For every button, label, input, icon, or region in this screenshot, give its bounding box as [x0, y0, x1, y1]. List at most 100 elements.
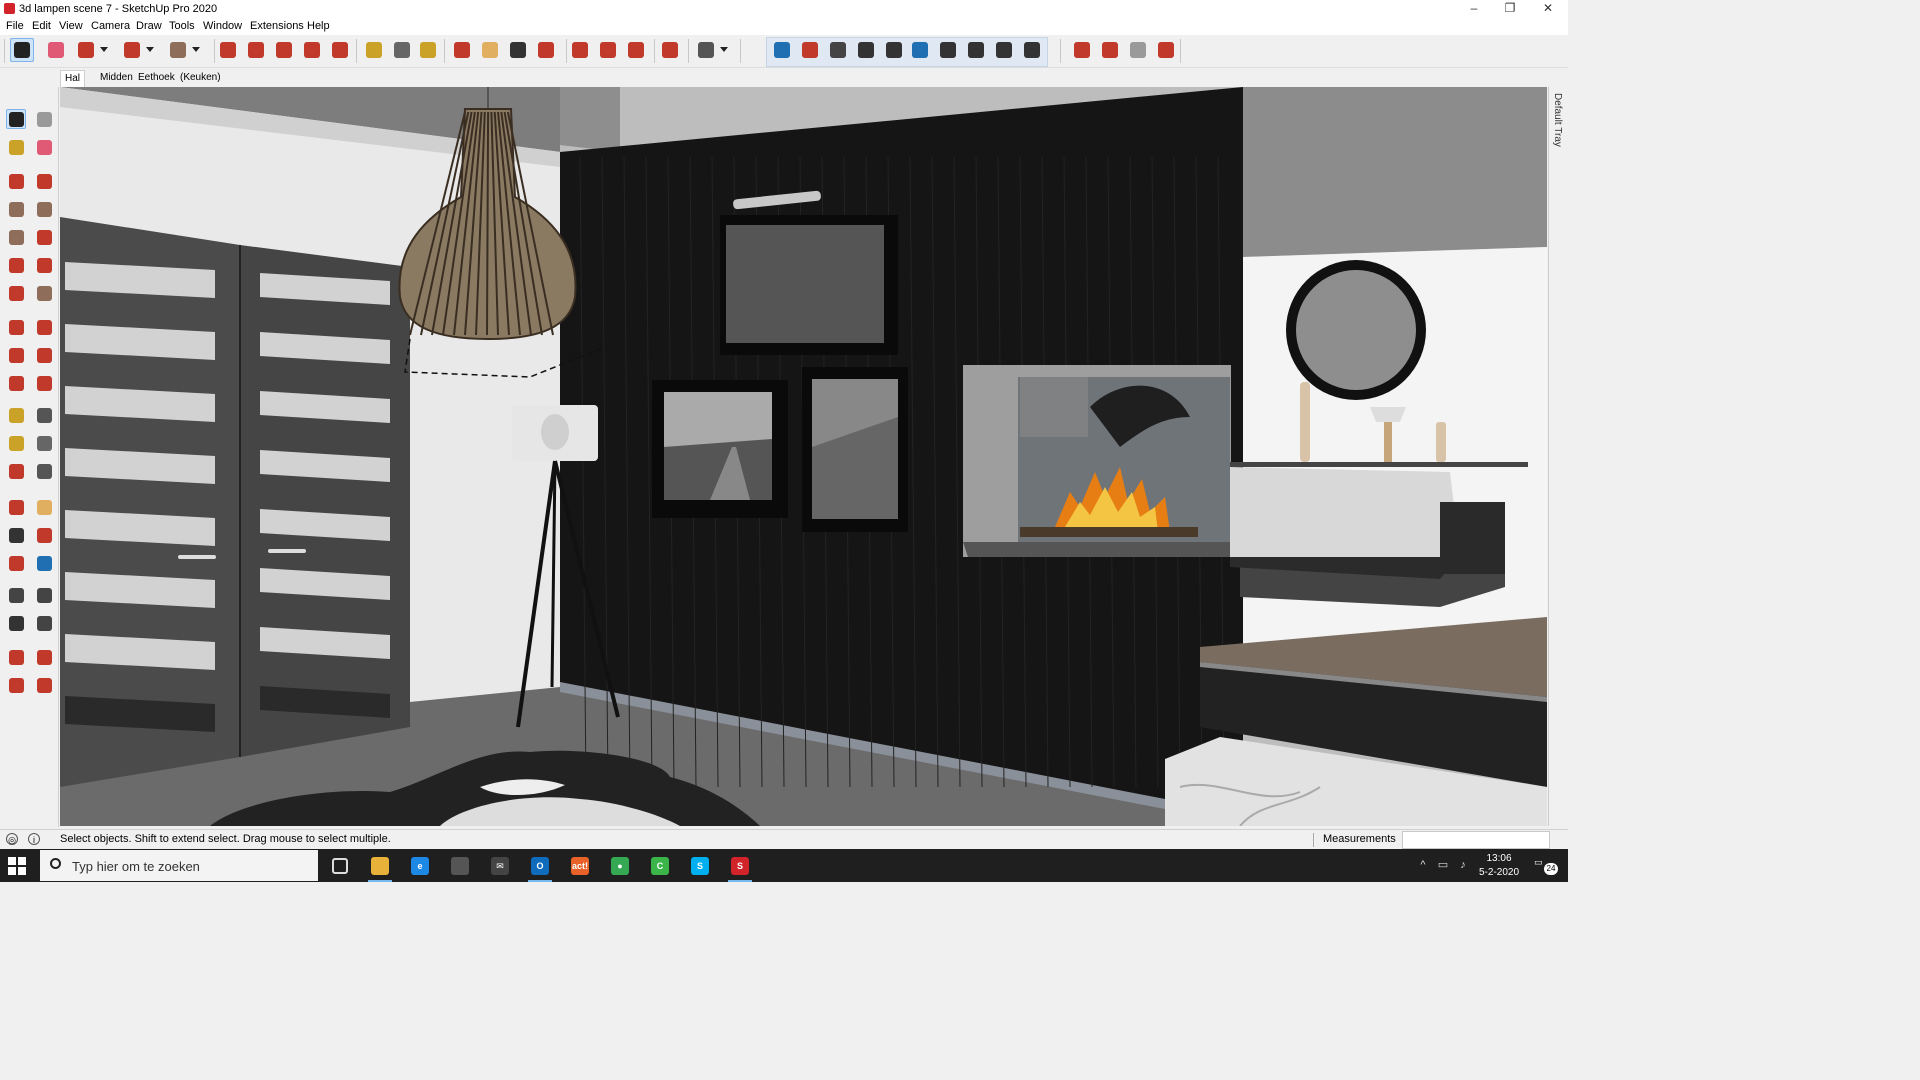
- toolbar-line-tool[interactable]: [74, 38, 108, 62]
- left-orbit-tool[interactable]: [6, 497, 26, 517]
- left-freehand-tool[interactable]: [34, 171, 54, 191]
- left-position-camera-tool[interactable]: [6, 585, 26, 605]
- taskbar-search[interactable]: Typ hier om te zoeken: [40, 850, 318, 881]
- taskbar-edge[interactable]: e: [402, 852, 438, 880]
- left-look-around-tool[interactable]: [34, 585, 54, 605]
- toolbar-ruby-console-tool[interactable]: [658, 38, 682, 62]
- toolbar-vray-render-tool[interactable]: [770, 38, 794, 62]
- measurements-input[interactable]: [1402, 831, 1550, 849]
- left-section-plane-tool[interactable]: [34, 613, 54, 633]
- toolbar-move-tool[interactable]: [272, 38, 296, 62]
- left-three-point-arc-tool[interactable]: [6, 283, 26, 303]
- taskbar-task-view[interactable]: [322, 852, 358, 880]
- clock-time[interactable]: 13:06: [1484, 853, 1514, 864]
- toolbar-orbit-tool[interactable]: [450, 38, 474, 62]
- left-rotate-tool[interactable]: [6, 345, 26, 365]
- toolbar-scale-tool[interactable]: [328, 38, 352, 62]
- toolbar-plugin-tool-3[interactable]: [1126, 38, 1150, 62]
- chevron-down-icon[interactable]: [100, 47, 108, 52]
- toolbar-rectangle-tool[interactable]: [166, 38, 200, 62]
- menu-edit[interactable]: Edit: [32, 20, 51, 32]
- left-tape-measure-tool[interactable]: [6, 405, 26, 425]
- scene-tab-eethoek[interactable]: Eethoek: [134, 70, 179, 86]
- left-axes-tool[interactable]: [6, 461, 26, 481]
- toolbar-plugin-tool-2[interactable]: [1098, 38, 1122, 62]
- toolbar-share-model-tool[interactable]: [624, 38, 648, 62]
- left-3d-text-tool[interactable]: [34, 461, 54, 481]
- toolbar-vray-cursor-tool[interactable]: [826, 38, 850, 62]
- toolbar-vray-camera-tool[interactable]: [936, 38, 960, 62]
- taskbar-skype[interactable]: S: [682, 852, 718, 880]
- taskbar-mail[interactable]: ✉: [482, 852, 518, 880]
- scene-tab-keuken[interactable]: (Keuken): [176, 70, 225, 86]
- taskbar-camtasia[interactable]: C: [642, 852, 678, 880]
- menu-view[interactable]: View: [59, 20, 83, 32]
- toolbar-text-tool[interactable]: [390, 38, 414, 62]
- minimize-button[interactable]: –: [1456, 0, 1492, 19]
- info-icon[interactable]: i: [28, 833, 40, 845]
- left-two-point-arc-tool[interactable]: [34, 255, 54, 275]
- left-rectangle-tool[interactable]: [6, 199, 26, 219]
- left-polygon-tool[interactable]: [34, 227, 54, 247]
- left-text-tool[interactable]: [34, 433, 54, 453]
- toolbar-rotate-tool[interactable]: [300, 38, 324, 62]
- left-pie-tool[interactable]: [34, 283, 54, 303]
- toolbar-eraser-tool[interactable]: [44, 38, 68, 62]
- maximize-button[interactable]: ❐: [1492, 0, 1528, 19]
- taskbar-act[interactable]: act!: [562, 852, 598, 880]
- toolbar-zoom-tool[interactable]: [506, 38, 530, 62]
- menu-camera[interactable]: Camera: [91, 20, 130, 32]
- scene-tab-midden[interactable]: Midden: [96, 70, 137, 86]
- left-arc-tool[interactable]: [6, 255, 26, 275]
- toolbar-arc-tool[interactable]: [120, 38, 154, 62]
- left-follow-me-tool[interactable]: [34, 345, 54, 365]
- toolbar-plugin-tool-1[interactable]: [1070, 38, 1094, 62]
- left-dimension-tool[interactable]: [34, 405, 54, 425]
- clock-date[interactable]: 5-2-2020: [1476, 867, 1522, 878]
- toolbar-select-tool[interactable]: [10, 38, 34, 62]
- left-circle-tool[interactable]: [6, 227, 26, 247]
- network-icon[interactable]: ▭: [1436, 858, 1450, 872]
- toolbar-plugin-tool-4[interactable]: [1154, 38, 1178, 62]
- taskbar-store[interactable]: [442, 852, 478, 880]
- left-paint-bucket-tool[interactable]: [6, 137, 26, 157]
- chevron-up-icon[interactable]: ^: [1416, 858, 1430, 872]
- toolbar-tape-measure-tool[interactable]: [362, 38, 386, 62]
- chevron-down-icon[interactable]: [192, 47, 200, 52]
- toolbar-extension-warehouse-tool[interactable]: [596, 38, 620, 62]
- default-tray[interactable]: Default Tray: [1548, 87, 1569, 826]
- left-component-tool[interactable]: [34, 109, 54, 129]
- menu-window[interactable]: Window: [203, 20, 242, 32]
- menu-extensions[interactable]: Extensions: [250, 20, 304, 32]
- toolbar-vray-interactive-tool[interactable]: [798, 38, 822, 62]
- left-ruby-console-tool[interactable]: [34, 675, 54, 695]
- taskbar-chrome[interactable]: ●: [602, 852, 638, 880]
- toolbar-offset-tool[interactable]: [244, 38, 268, 62]
- left-walk-tool[interactable]: [6, 613, 26, 633]
- toolbar-vray-frame-buffer-tool[interactable]: [882, 38, 906, 62]
- notification-icon[interactable]: ▭ 24: [1534, 857, 1558, 875]
- left-protractor-tool[interactable]: [6, 433, 26, 453]
- 3d-viewport[interactable]: [60, 87, 1547, 826]
- left-line-tool[interactable]: [6, 171, 26, 191]
- taskbar-outlook[interactable]: O: [522, 852, 558, 882]
- left-extension-warehouse-tool[interactable]: [34, 647, 54, 667]
- chevron-down-icon[interactable]: [720, 47, 728, 52]
- toolbar-paint-bucket-tool[interactable]: [416, 38, 440, 62]
- toolbar-vray-image-tool[interactable]: [964, 38, 988, 62]
- left-move-tool[interactable]: [6, 317, 26, 337]
- left-scale-tool[interactable]: [6, 373, 26, 393]
- chevron-down-icon[interactable]: [146, 47, 154, 52]
- left-zoom-tool[interactable]: [6, 525, 26, 545]
- menu-tools[interactable]: Tools: [169, 20, 195, 32]
- close-button[interactable]: ✕: [1530, 0, 1566, 19]
- menu-file[interactable]: File: [6, 20, 24, 32]
- left-rotated-rectangle-tool[interactable]: [34, 199, 54, 219]
- left-select-tool[interactable]: [6, 109, 26, 129]
- taskbar-sketchup[interactable]: S: [722, 852, 758, 882]
- left-zoom-extents-tool[interactable]: [6, 553, 26, 573]
- toolbar-vray-globe-tool[interactable]: [1020, 38, 1044, 62]
- toolbar-vray-chart-tool[interactable]: [992, 38, 1016, 62]
- left-offset-tool[interactable]: [34, 373, 54, 393]
- left-pan-tool[interactable]: [34, 497, 54, 517]
